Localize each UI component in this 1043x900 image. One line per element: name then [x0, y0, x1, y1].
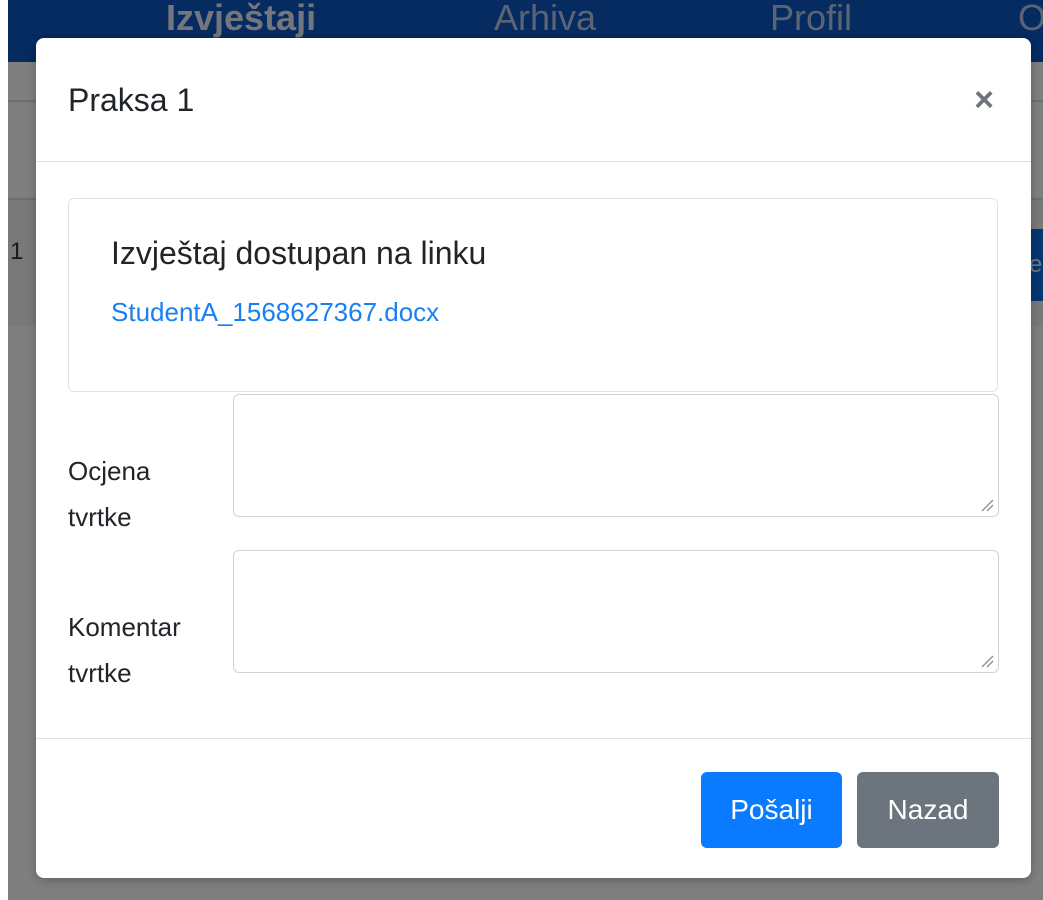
report-file-link[interactable]: StudentA_1568627367.docx [111, 295, 439, 329]
company-rating-label-line2: tvrtke [68, 502, 132, 532]
company-rating-textarea[interactable] [233, 394, 999, 517]
screen: Izvještaji Arhiva Profil O 1 e Praksa 1 … [0, 0, 1043, 900]
card-title: Izvještaj dostupan na linku [111, 235, 487, 271]
modal-body: Izvještaj dostupan na linku StudentA_156… [36, 162, 1031, 738]
close-icon[interactable]: × [969, 82, 999, 118]
send-button[interactable]: Pošalji [701, 772, 842, 848]
modal-footer: Pošalji Nazad [36, 738, 1031, 878]
company-comment-label-line2: tvrtke [68, 658, 132, 688]
modal-title: Praksa 1 [68, 82, 195, 118]
resize-grip-icon[interactable] [980, 654, 994, 668]
company-rating-label-line1: Ocjena [68, 456, 151, 486]
company-comment-label: Komentar tvrtke [68, 604, 181, 696]
back-button[interactable]: Nazad [857, 772, 999, 848]
resize-grip-icon[interactable] [980, 498, 994, 512]
company-comment-textarea[interactable] [233, 550, 999, 673]
company-rating-label: Ocjena tvrtke [68, 448, 150, 540]
report-modal: Praksa 1 × Izvještaj dostupan na linku S… [36, 38, 1031, 878]
modal-header: Praksa 1 × [36, 38, 1031, 162]
company-comment-label-line1: Komentar [68, 612, 181, 642]
report-card: Izvještaj dostupan na linku StudentA_156… [68, 198, 998, 392]
